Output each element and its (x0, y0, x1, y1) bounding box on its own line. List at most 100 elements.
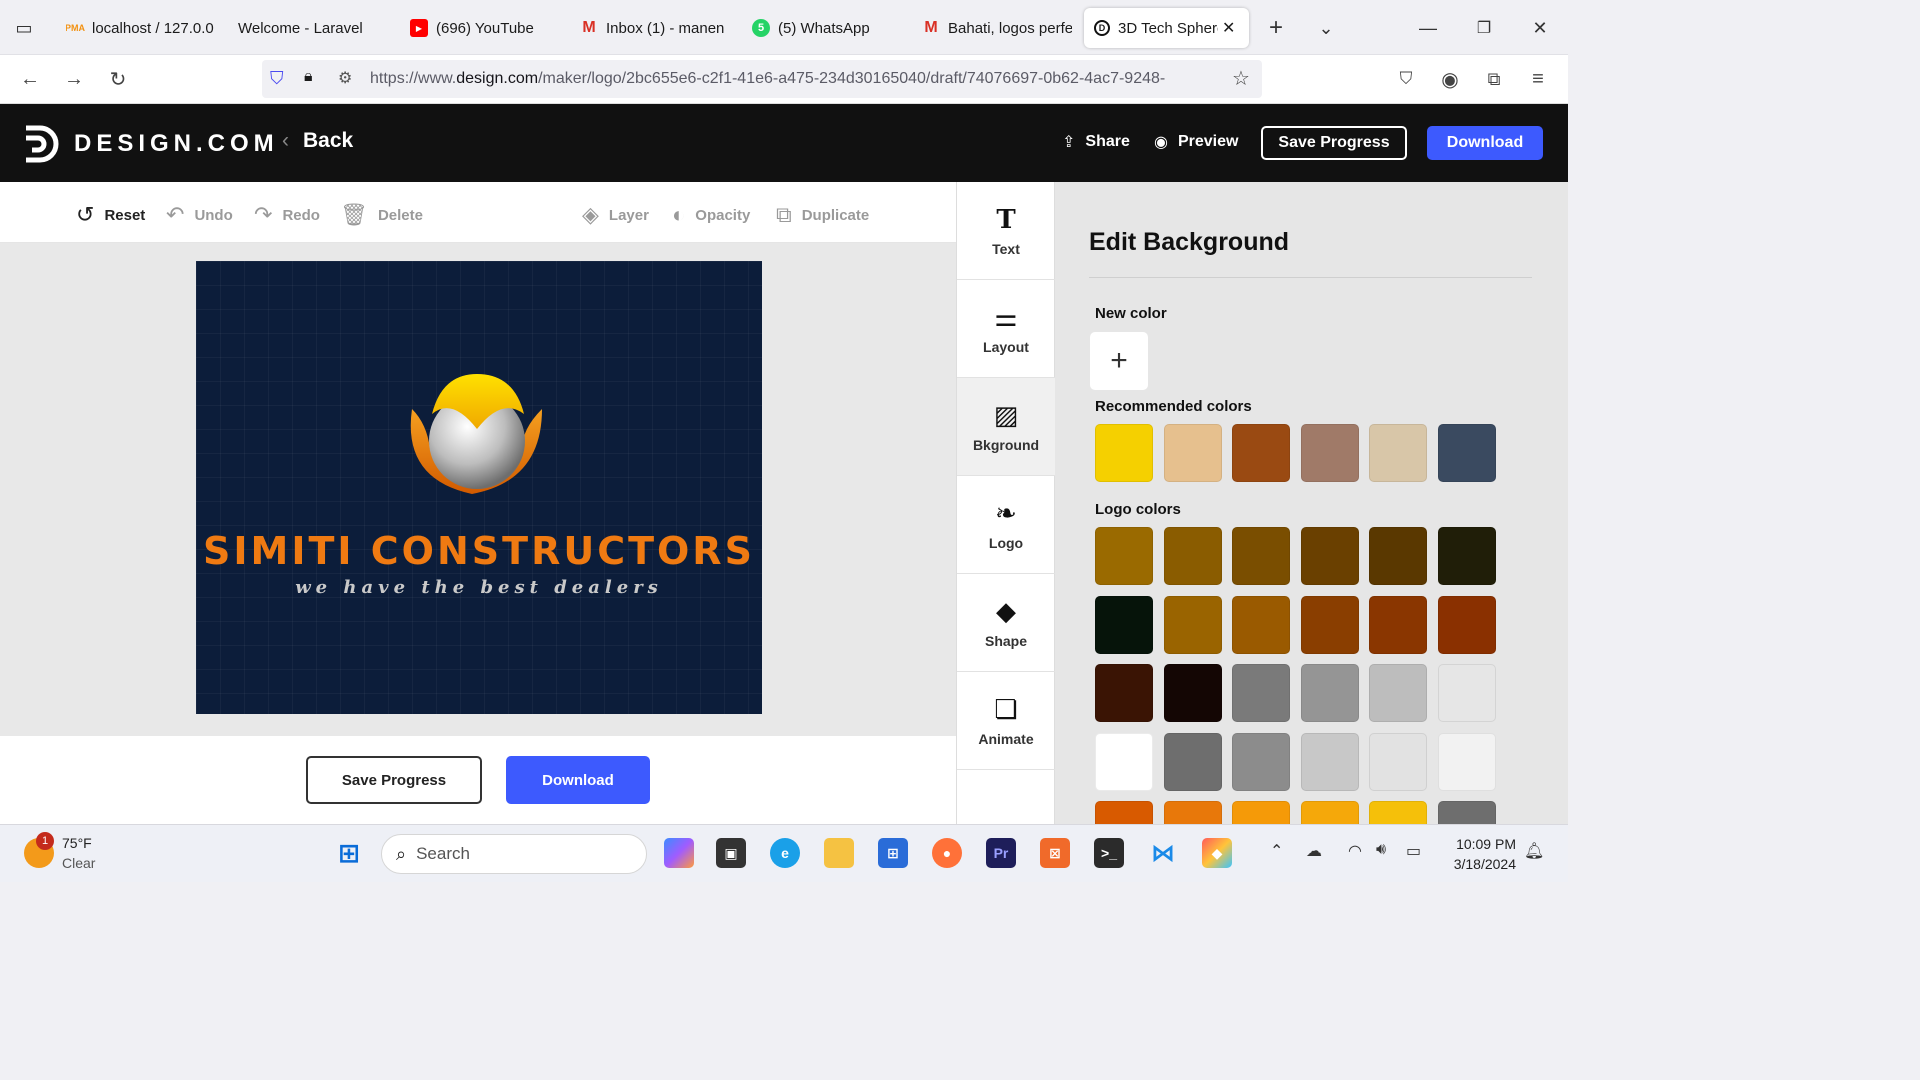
tab-logo[interactable]: ❧ Logo (957, 476, 1055, 574)
battery-icon[interactable]: ▭ (1406, 841, 1421, 861)
logo-color-swatch[interactable] (1095, 527, 1153, 585)
url-bar[interactable]: ⛉ 🔒︎ ⚙ https://www.design.com/maker/logo… (262, 60, 1262, 98)
minimize-icon[interactable]: — (1412, 12, 1444, 44)
tab-gmail-bahati[interactable]: M Bahati, logos perfe (922, 8, 1072, 48)
bookmark-star-icon[interactable]: ☆ (1232, 66, 1250, 91)
tab-overview-icon[interactable]: ▭ (8, 12, 40, 44)
logo-color-swatch[interactable] (1300, 732, 1359, 791)
logo-color-swatch[interactable] (1163, 595, 1222, 654)
add-color-button[interactable]: + (1090, 332, 1148, 390)
pocket-icon[interactable]: ⛉ (1390, 63, 1422, 95)
file-explorer-icon[interactable] (824, 838, 854, 868)
recommended-color-swatch[interactable] (1369, 424, 1428, 482)
weather-widget[interactable]: 1 75°F Clear (24, 832, 95, 873)
logo-color-swatch[interactable] (1095, 801, 1153, 824)
lock-icon[interactable]: 🔒︎ (304, 68, 313, 86)
reload-icon[interactable]: ↻ (102, 63, 134, 95)
logo-color-swatch[interactable] (1232, 595, 1291, 654)
recommended-color-swatch[interactable] (1095, 424, 1153, 482)
recommended-color-swatch[interactable] (1163, 424, 1222, 482)
logo-color-swatch[interactable] (1369, 664, 1428, 723)
logo-color-swatch[interactable] (1095, 595, 1153, 654)
microsoft-store-icon[interactable]: ⊞ (878, 838, 908, 868)
tab-layout[interactable]: ⚌ Layout (957, 280, 1055, 378)
logo-color-swatch[interactable] (1438, 732, 1496, 791)
redo-button[interactable]: ↷ Redo (254, 202, 320, 228)
url-text[interactable]: https://www.design.com/maker/logo/2bc655… (370, 70, 1230, 88)
layer-button[interactable]: ◈ Layer (582, 202, 649, 228)
logo-color-swatch[interactable] (1232, 527, 1291, 585)
tab-background[interactable]: ▨ Bkground (957, 378, 1055, 476)
logo-color-swatch[interactable] (1300, 595, 1359, 654)
tab-laravel[interactable]: Welcome - Laravel (238, 8, 388, 48)
recommended-color-swatch[interactable] (1300, 424, 1359, 482)
restore-icon[interactable]: ❐ (1468, 12, 1500, 44)
tab-shape[interactable]: ◆ Shape (957, 574, 1055, 672)
logo-color-swatch[interactable] (1369, 801, 1428, 824)
logo-color-swatch[interactable] (1232, 801, 1291, 824)
duplicate-button[interactable]: ⧉ Duplicate (776, 202, 869, 228)
logo-tagline[interactable]: we have the best dealers (196, 577, 762, 598)
logo-color-swatch[interactable] (1438, 801, 1496, 824)
back-button[interactable]: ‹ Back (282, 129, 353, 153)
logo-symbol-icon[interactable] (402, 369, 552, 509)
save-progress-button-bottom[interactable]: Save Progress (306, 756, 482, 804)
forward-arrow-icon[interactable]: → (58, 63, 90, 95)
tab-youtube[interactable]: ▶ (696) YouTube (410, 8, 560, 48)
windows-start-icon[interactable]: ⊞ (334, 838, 364, 868)
logo-color-swatch[interactable] (1232, 732, 1291, 791)
logo-color-swatch[interactable] (1095, 732, 1153, 791)
tab-list-chevron-icon[interactable]: ⌄ (1310, 12, 1342, 44)
logo-artboard[interactable]: SIMITI CONSTRUCTORS we have the best dea… (196, 261, 762, 714)
tab-phpmyadmin[interactable]: PMA localhost / 127.0.0 (66, 8, 216, 48)
premiere-pro-icon[interactable]: Pr (986, 838, 1016, 868)
onedrive-cloud-icon[interactable]: ☁ (1306, 841, 1322, 861)
notification-bell-icon[interactable]: 🔔︎ (1524, 841, 1544, 861)
opacity-button[interactable]: ◐ Opacity (672, 202, 750, 228)
recommended-color-swatch[interactable] (1232, 424, 1291, 482)
tab-animate[interactable]: ❏ Animate (957, 672, 1055, 770)
terminal-icon[interactable]: >_ (1094, 838, 1124, 868)
new-tab-icon[interactable]: + (1260, 12, 1292, 44)
logo-color-swatch[interactable] (1369, 732, 1428, 791)
vscode-icon[interactable]: ⋈ (1148, 838, 1178, 868)
download-button-bottom[interactable]: Download (506, 756, 650, 804)
delete-button[interactable]: 🗑︎ Delete (340, 202, 423, 228)
xampp-icon[interactable]: ⊠ (1040, 838, 1070, 868)
close-window-icon[interactable]: ✕ (1524, 12, 1556, 44)
logo-color-swatch[interactable] (1232, 664, 1291, 723)
tracking-shield-icon[interactable]: ⛉ (270, 68, 284, 89)
save-progress-button[interactable]: Save Progress (1261, 126, 1407, 160)
show-hidden-icons-chevron-icon[interactable]: ⌃ (1270, 841, 1283, 861)
taskbar-search[interactable]: ⌕ Search (381, 834, 647, 874)
tab-text[interactable]: T Text (957, 182, 1055, 280)
undo-button[interactable]: ↶ Undo (166, 202, 233, 228)
brand-name[interactable]: DESIGN.COM (74, 130, 279, 158)
download-button[interactable]: Download (1427, 126, 1543, 160)
menu-icon[interactable]: ≡ (1522, 63, 1554, 95)
app-icon[interactable]: ◆ (1202, 838, 1232, 868)
tab-3d-tech-sphere[interactable]: D 3D Tech Sphere ✕ (1084, 8, 1249, 48)
system-clock[interactable]: 10:09 PM 3/18/2024 (1440, 834, 1516, 874)
logo-color-swatch[interactable] (1300, 527, 1359, 585)
close-tab-icon[interactable]: ✕ (1222, 18, 1235, 38)
wifi-icon[interactable]: ◠ (1348, 841, 1362, 861)
design-com-logo-icon[interactable] (22, 122, 62, 164)
permissions-icon[interactable]: ⚙ (338, 68, 352, 88)
logo-company-name[interactable]: SIMITI CONSTRUCTORS (196, 529, 762, 573)
logo-color-swatch[interactable] (1438, 595, 1496, 654)
volume-icon[interactable]: 🔊︎ (1376, 841, 1386, 859)
edge-icon[interactable]: e (770, 838, 800, 868)
logo-color-swatch[interactable] (1300, 801, 1359, 824)
reset-button[interactable]: ↺ Reset (76, 202, 145, 228)
logo-color-swatch[interactable] (1163, 732, 1222, 791)
tab-whatsapp[interactable]: 5 (5) WhatsApp (752, 8, 902, 48)
logo-color-swatch[interactable] (1369, 527, 1428, 585)
logo-color-swatch[interactable] (1300, 664, 1359, 723)
logo-color-swatch[interactable] (1163, 664, 1222, 723)
logo-color-swatch[interactable] (1163, 527, 1222, 585)
share-button[interactable]: ⇪ Share (1062, 132, 1130, 152)
account-icon[interactable]: ◉ (1434, 63, 1466, 95)
tab-gmail-inbox[interactable]: M Inbox (1) - manen (580, 8, 726, 48)
back-arrow-icon[interactable]: ← (14, 63, 46, 95)
